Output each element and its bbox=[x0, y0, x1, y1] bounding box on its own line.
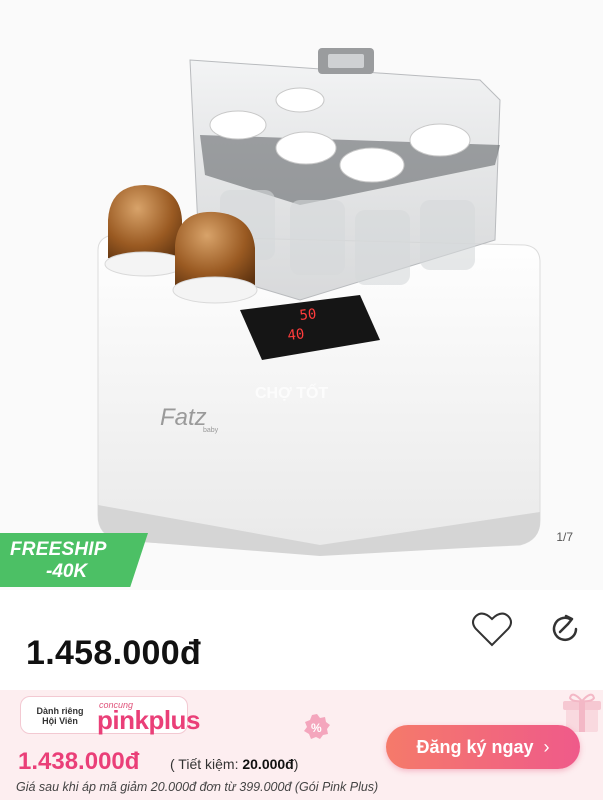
chevron-right-icon: › bbox=[543, 736, 550, 757]
saving-text: ( Tiết kiệm: 20.000đ) bbox=[170, 756, 299, 772]
brand-logo-sub: baby bbox=[203, 427, 219, 434]
image-counter: 1/7 bbox=[556, 530, 573, 544]
svg-text:%: % bbox=[311, 721, 322, 735]
product-price: 1.458.000đ bbox=[26, 634, 202, 672]
share-button[interactable] bbox=[543, 607, 587, 651]
brand-logo: Fatz bbox=[160, 404, 207, 431]
discount-percent-icon: % bbox=[304, 714, 330, 739]
product-image-gallery[interactable]: 50 40 Fatz baby CHỢ TỐT 1/7 bbox=[0, 0, 603, 590]
share-icon bbox=[552, 614, 578, 642]
freeship-badge: FREESHIP -40K bbox=[0, 533, 148, 587]
register-now-label: Đăng ký ngay bbox=[416, 736, 534, 757]
discount-note: Giá sau khi áp mã giảm 20.000đ đơn từ 39… bbox=[16, 780, 379, 794]
member-price: 1.438.000đ bbox=[18, 748, 140, 775]
member-only-label: Dành riêng Hội Viên bbox=[36, 706, 84, 726]
freeship-line2: -40K bbox=[46, 561, 88, 582]
pink-plus-badge: Dành riêng Hội Viên concung pinkplus bbox=[20, 696, 200, 735]
pink-plus-logo: pinkplus bbox=[97, 705, 200, 735]
freeship-line1: FREESHIP bbox=[10, 539, 107, 560]
display-bottom-readout: 40 bbox=[287, 326, 305, 344]
display-top-readout: 50 bbox=[299, 306, 317, 324]
register-now-button[interactable]: Đăng ký ngay › bbox=[386, 725, 580, 769]
watermark: CHỢ TỐT bbox=[255, 382, 328, 402]
heart-icon bbox=[472, 612, 512, 647]
favorite-button[interactable] bbox=[470, 607, 514, 651]
product-image: 50 40 Fatz baby CHỢ TỐT bbox=[97, 48, 541, 556]
